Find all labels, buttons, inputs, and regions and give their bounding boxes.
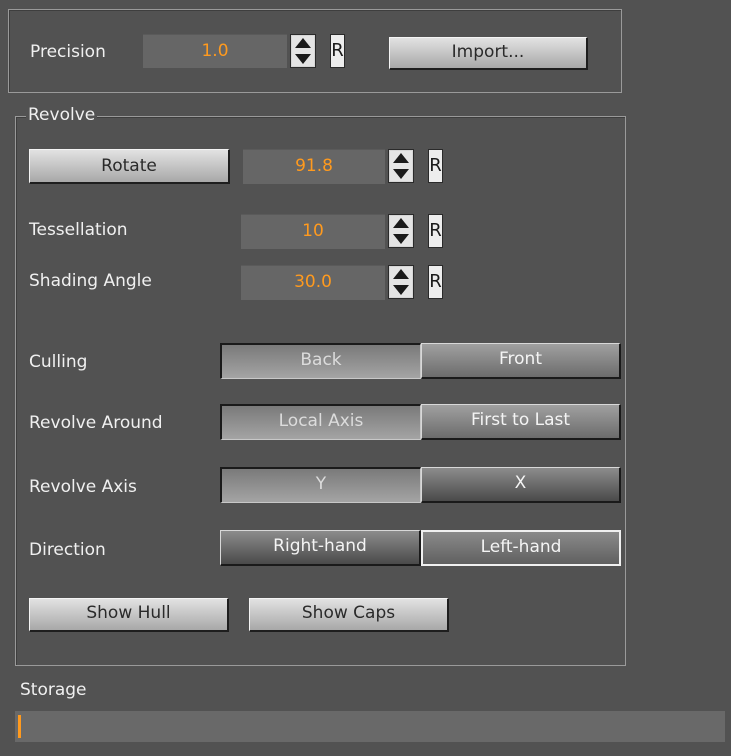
show-hull-button[interactable]: Show Hull: [29, 598, 229, 632]
spin-down-icon[interactable]: [390, 166, 412, 181]
rotate-reset-button[interactable]: R: [428, 149, 443, 183]
direction-left-hand-button[interactable]: Left-hand: [421, 530, 621, 566]
tessellation-label: Tessellation: [29, 220, 128, 240]
spin-up-icon[interactable]: [390, 216, 412, 232]
precision-spinner[interactable]: [290, 34, 316, 68]
shading-angle-label: Shading Angle: [29, 271, 152, 291]
storage-input[interactable]: [15, 711, 725, 742]
culling-front-button[interactable]: Front: [421, 343, 621, 379]
show-caps-button[interactable]: Show Caps: [249, 598, 449, 632]
culling-back-button[interactable]: Back: [220, 343, 421, 379]
shading-angle-field[interactable]: 30.0: [241, 265, 385, 300]
text-caret: [18, 715, 21, 738]
revolve-around-local-axis-button[interactable]: Local Axis: [220, 404, 421, 440]
import-button[interactable]: Import...: [389, 37, 588, 70]
tessellation-spinner[interactable]: [388, 214, 414, 248]
rotate-field[interactable]: 91.8: [243, 149, 385, 184]
spin-up-icon[interactable]: [390, 151, 412, 167]
spin-down-icon[interactable]: [390, 282, 412, 297]
revolve-group-title: Revolve: [26, 105, 98, 125]
direction-label: Direction: [29, 540, 106, 560]
revolve-around-label: Revolve Around: [29, 413, 163, 433]
direction-right-hand-button[interactable]: Right-hand: [220, 530, 421, 566]
shading-angle-reset-button[interactable]: R: [428, 265, 443, 299]
precision-label: Precision: [30, 42, 106, 62]
rotate-button[interactable]: Rotate: [29, 149, 230, 184]
spin-down-icon[interactable]: [390, 231, 412, 246]
storage-label: Storage: [20, 680, 87, 700]
tessellation-reset-button[interactable]: R: [428, 214, 443, 248]
revolve-around-first-to-last-button[interactable]: First to Last: [421, 404, 621, 440]
shading-angle-spinner[interactable]: [388, 265, 414, 299]
rotate-spinner[interactable]: [388, 149, 414, 183]
revolve-axis-y-button[interactable]: Y: [220, 467, 421, 503]
tessellation-field[interactable]: 10: [241, 214, 385, 249]
culling-label: Culling: [29, 352, 88, 372]
revolve-axis-x-button[interactable]: X: [421, 467, 621, 503]
precision-reset-button[interactable]: R: [330, 34, 345, 68]
revolve-group: [15, 116, 626, 666]
precision-field[interactable]: 1.0: [143, 34, 287, 68]
spin-up-icon[interactable]: [390, 267, 412, 283]
spin-up-icon[interactable]: [292, 36, 314, 52]
spin-down-icon[interactable]: [292, 51, 314, 66]
revolve-axis-label: Revolve Axis: [29, 477, 137, 497]
